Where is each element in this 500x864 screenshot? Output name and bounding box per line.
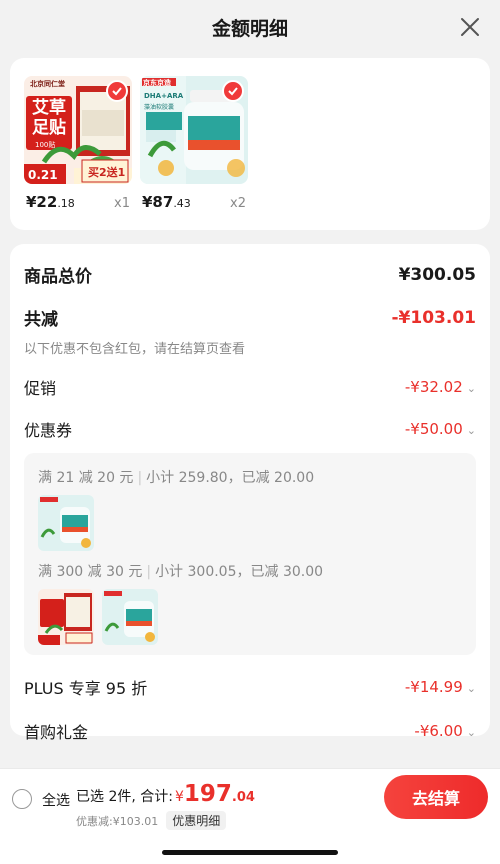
product-image-dha[interactable]: 京东京造 DHA+ARA 藻油软胶囊 bbox=[140, 76, 248, 184]
coupon-label: 优惠券 bbox=[24, 421, 73, 440]
product1-title1: 艾草 bbox=[32, 98, 66, 118]
chevron-down-icon[interactable]: ⌄ bbox=[467, 726, 476, 739]
grand-total-decimal: .04 bbox=[231, 790, 255, 805]
selected-count-text: 已选 2件, 合计: bbox=[76, 789, 173, 805]
plus-discount-label: PLUS 专享 95 折 bbox=[24, 679, 148, 698]
grand-total-main: 197 bbox=[183, 781, 232, 807]
product-card: 北京同仁堂 艾草 足贴 100贴 0.21 买2送1 ¥22.18 x1 京东京… bbox=[10, 58, 490, 230]
coupon-row[interactable]: 优惠券 -¥50.00 ⌄ bbox=[24, 417, 476, 441]
product-item[interactable]: 北京同仁堂 艾草 足贴 100贴 0.21 买2送1 ¥22.18 x1 bbox=[24, 76, 132, 230]
coupon-product-list bbox=[38, 495, 462, 551]
mini-product-image-dha bbox=[102, 589, 158, 645]
mini-product-image-dha bbox=[38, 495, 94, 551]
plus-discount-row[interactable]: PLUS 专享 95 折 -¥14.99 ⌄ bbox=[24, 675, 476, 699]
total-price-value: ¥300.05 bbox=[398, 264, 476, 285]
home-indicator bbox=[162, 850, 338, 855]
total-summary: 已选 2件, 合计: ¥ 197 .04 bbox=[76, 781, 255, 807]
product2-brand: 京东京造 bbox=[143, 79, 171, 87]
header: 金额明细 bbox=[0, 0, 500, 54]
total-reduce-value: -¥103.01 bbox=[391, 307, 477, 328]
product2-line2: 藻油软胶囊 bbox=[144, 104, 175, 111]
checkout-bar: 全选 已选 2件, 合计: ¥ 197 .04 优惠减:¥103.01 优惠明细… bbox=[0, 768, 500, 864]
product1-promo: 买2送1 bbox=[88, 166, 126, 179]
product-image-moxa[interactable]: 北京同仁堂 艾草 足贴 100贴 0.21 买2送1 bbox=[24, 76, 132, 184]
coupon-value: -¥50.00 ⌄ bbox=[404, 420, 476, 438]
product-item[interactable]: 京东京造 DHA+ARA 藻油软胶囊 ¥87.43 x2 bbox=[140, 76, 248, 230]
saved-summary: 优惠减:¥103.01 优惠明细 bbox=[76, 811, 227, 830]
currency-symbol: ¥ bbox=[174, 789, 184, 805]
select-all-label[interactable]: 全选 bbox=[42, 790, 70, 810]
total-price-label: 商品总价 bbox=[24, 267, 92, 287]
selected-check-icon[interactable] bbox=[222, 80, 244, 102]
product1-promo-price: 0.21 bbox=[28, 168, 58, 182]
product1-count: 100贴 bbox=[35, 141, 56, 149]
product1-title2: 足贴 bbox=[32, 118, 66, 138]
first-purchase-gift-value: -¥6.00 ⌄ bbox=[414, 722, 476, 740]
product1-brand: 北京同仁堂 bbox=[30, 80, 65, 88]
product-quantity: x2 bbox=[230, 196, 246, 211]
close-icon[interactable] bbox=[458, 15, 482, 39]
first-purchase-gift-row[interactable]: 首购礼金 -¥6.00 ⌄ bbox=[24, 719, 476, 743]
discount-detail-tag[interactable]: 优惠明细 bbox=[166, 811, 227, 830]
chevron-down-icon[interactable]: ⌄ bbox=[467, 682, 476, 695]
coupon-condition: 满 300 减 30 元 | 小计 300.05，已减 30.00 bbox=[38, 564, 324, 580]
saved-amount: 优惠减:¥103.01 bbox=[76, 814, 159, 828]
plus-discount-value: -¥14.99 ⌄ bbox=[404, 678, 476, 696]
checkout-button[interactable]: 去结算 bbox=[384, 775, 488, 819]
coupon-product-list bbox=[38, 589, 462, 645]
total-reduce-label: 共减 bbox=[24, 310, 58, 330]
product-quantity: x1 bbox=[114, 196, 130, 211]
product-price: ¥87.43 bbox=[142, 193, 191, 211]
total-reduce-row: 共减 -¥103.01 bbox=[24, 305, 477, 331]
first-purchase-gift-label: 首购礼金 bbox=[24, 723, 89, 742]
selected-check-icon[interactable] bbox=[106, 80, 128, 102]
chevron-down-icon[interactable]: ⌄ bbox=[467, 382, 476, 395]
page-title: 金额明细 bbox=[211, 17, 288, 40]
coupon-detail-box: 满 21 减 20 元 | 小计 259.80，已减 20.00 满 300 减 3… bbox=[24, 453, 476, 655]
product-price: ¥22.18 bbox=[26, 193, 75, 211]
reduce-note: 以下优惠不包含红包，请在结算页查看 bbox=[24, 342, 246, 357]
chevron-down-icon[interactable]: ⌄ bbox=[467, 424, 476, 437]
promo-label: 促销 bbox=[24, 379, 57, 398]
select-all-radio[interactable] bbox=[12, 789, 32, 809]
mini-product-image-moxa bbox=[38, 589, 94, 645]
promo-row[interactable]: 促销 -¥32.02 ⌄ bbox=[24, 375, 476, 399]
promo-value: -¥32.02 ⌄ bbox=[404, 378, 476, 396]
product2-line1: DHA+ARA bbox=[144, 92, 184, 100]
amount-detail-card: 商品总价 ¥300.05 共减 -¥103.01 以下优惠不包含红包，请在结算页… bbox=[10, 244, 490, 742]
coupon-condition: 满 21 减 20 元 | 小计 259.80，已减 20.00 bbox=[38, 470, 315, 486]
total-price-row: 商品总价 ¥300.05 bbox=[24, 262, 476, 288]
